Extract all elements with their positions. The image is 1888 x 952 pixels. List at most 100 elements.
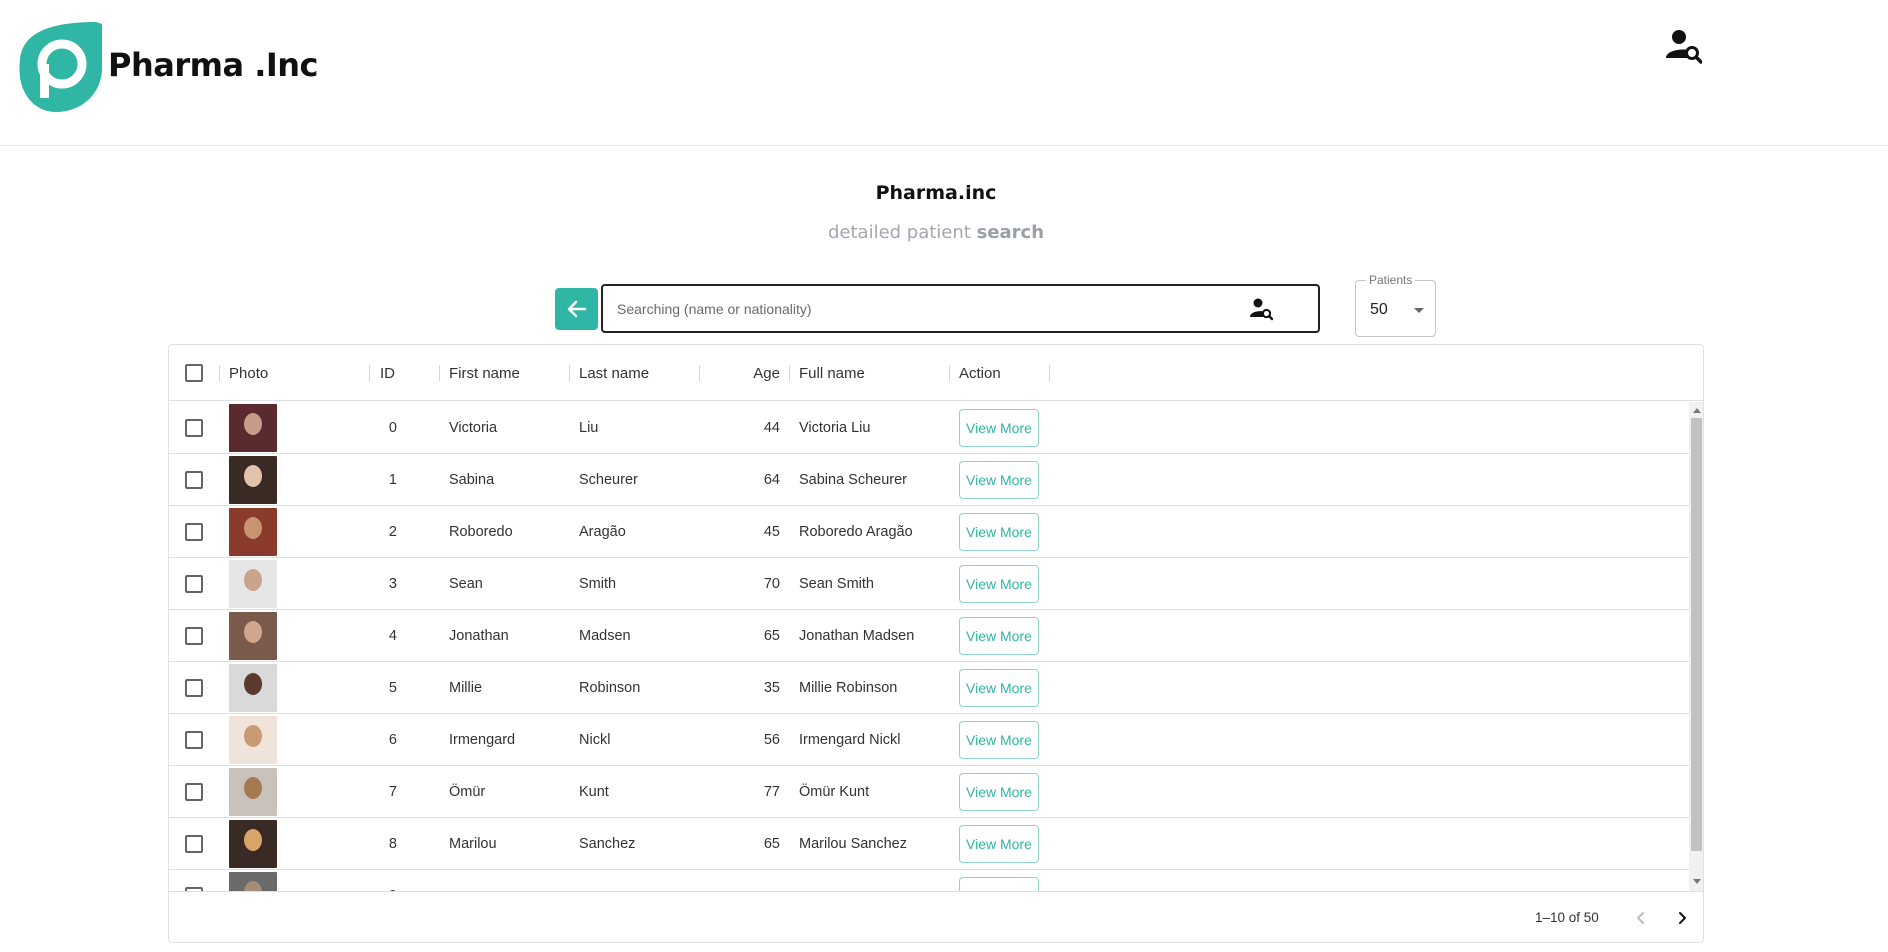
chevron-right-icon[interactable] [1672,908,1692,928]
column-header-photo[interactable]: Photo [229,345,268,401]
row-select-cell [185,662,203,714]
column-separator[interactable] [219,365,220,381]
patient-last-name: Robinson [579,680,641,696]
row-checkbox[interactable] [185,575,203,593]
photo-cell [229,766,277,818]
patient-photo-image [229,872,277,891]
patient-last-name: Aragão [579,524,626,540]
table-row[interactable]: 1 Sabina Scheurer 64 Sabina Scheurer View Mor… [169,454,1689,506]
row-select-cell [185,766,203,818]
action-cell: View More [959,558,1039,610]
table-row[interactable]: 2 Roboredo Aragão 45 Roboredo Aragão View Mor… [169,506,1689,558]
row-select-cell [185,506,203,558]
patient-first-name: Irmengard [449,732,516,748]
patient-full-name: Roboredo Aragão [799,524,913,540]
patient-photo [229,716,277,764]
table-row[interactable]: 9 View More [169,870,1689,891]
photo-cell [229,506,277,558]
patient-full-name: Victoria Liu [799,420,871,436]
patient-first-name: Ömür [449,784,486,800]
search-input[interactable] [617,286,1237,331]
table-row[interactable]: 3 Sean Smith 70 Sean Smith View More [169,558,1689,610]
column-separator[interactable] [699,365,700,381]
row-checkbox[interactable] [185,731,203,749]
column-header-action[interactable]: Action [959,345,1001,401]
patient-last-name: Sanchez [579,836,636,852]
column-separator[interactable] [439,365,440,381]
patient-first-name: Marilou [449,836,497,852]
vertical-scrollbar[interactable] [1689,402,1703,891]
row-select-cell [185,402,203,454]
patient-id: 2 [388,524,397,540]
select-legend: Patients [1366,273,1416,287]
view-more-button[interactable]: View More [959,513,1039,551]
patient-id: 4 [388,628,397,644]
view-more-button[interactable]: View More [959,617,1039,655]
search-field[interactable] [601,284,1320,333]
view-more-button[interactable]: View More [959,461,1039,499]
view-more-button[interactable]: View More [959,877,1039,891]
column-header-age[interactable]: Age [753,365,780,382]
column-header-first-name[interactable]: First name [449,345,520,401]
patient-full-name: Marilou Sanchez [799,836,907,852]
subtitle-emphasis: search [976,222,1045,243]
column-separator[interactable] [569,365,570,381]
column-header-id[interactable]: ID [380,345,395,401]
table-row[interactable]: 4 Jonathan Madsen 65 Jonathan Madsen View Mor… [169,610,1689,662]
view-more-button[interactable]: View More [959,773,1039,811]
user-search-icon[interactable] [1666,28,1702,64]
patients-count-select[interactable]: Patients 50 [1355,273,1436,337]
user-search-icon[interactable] [1249,297,1273,321]
row-checkbox[interactable] [185,783,203,801]
row-select-cell [185,818,203,870]
column-separator[interactable] [369,365,370,381]
action-cell: View More [959,662,1039,714]
patient-photo [229,560,277,608]
patient-photo [229,456,277,504]
column-separator[interactable] [949,365,950,381]
column-header-last-name[interactable]: Last name [579,345,649,401]
patient-photo-image [229,820,277,868]
patient-photo [229,768,277,816]
select-all-checkbox[interactable] [185,364,203,382]
row-checkbox[interactable] [185,679,203,697]
action-cell: View More [959,454,1039,506]
subtitle-text: detailed patient [827,222,977,243]
patient-age: 77 [763,784,780,800]
column-header-full-name[interactable]: Full name [799,345,865,401]
row-checkbox[interactable] [185,471,203,489]
patient-last-name: Scheurer [579,472,638,488]
view-more-button[interactable]: View More [959,721,1039,759]
row-checkbox[interactable] [185,627,203,645]
row-checkbox[interactable] [185,419,203,437]
table-row[interactable]: 0 Victoria Liu 44 Victoria Liu View More [169,402,1689,454]
column-separator[interactable] [1049,365,1050,381]
action-cell: View More [959,402,1039,454]
row-checkbox[interactable] [185,835,203,853]
patients-table: Photo ID First name Last name Age Full n… [168,344,1704,943]
table-footer: 1–10 of 50 [169,891,1703,942]
scrollbar-thumb[interactable] [1691,418,1702,851]
view-more-button[interactable]: View More [959,565,1039,603]
table-row[interactable]: 6 Irmengard Nickl 56 Irmengard Nickl View Mor… [169,714,1689,766]
photo-cell [229,818,277,870]
scroll-up-arrow-icon[interactable] [1693,408,1701,413]
photo-cell [229,454,277,506]
patient-first-name: Roboredo [449,524,513,540]
column-separator[interactable] [789,365,790,381]
scroll-down-arrow-icon[interactable] [1693,879,1701,884]
patient-id: 7 [388,784,397,800]
chevron-left-icon[interactable] [1631,908,1651,928]
patient-photo-image [229,404,277,452]
view-more-button[interactable]: View More [959,669,1039,707]
back-button[interactable] [555,288,598,330]
table-row[interactable]: 5 Millie Robinson 35 Millie Robinson View Mor… [169,662,1689,714]
patient-id: 9 [339,870,397,891]
table-row[interactable]: 8 Marilou Sanchez 65 Marilou Sanchez View Mor… [169,818,1689,870]
row-checkbox[interactable] [185,523,203,541]
patient-age: 56 [763,732,780,748]
view-more-button[interactable]: View More [959,825,1039,863]
table-row[interactable]: 7 Ömür Kunt 77 Ömür Kunt View More [169,766,1689,818]
action-cell: View More [959,870,1039,891]
view-more-button[interactable]: View More [959,409,1039,447]
